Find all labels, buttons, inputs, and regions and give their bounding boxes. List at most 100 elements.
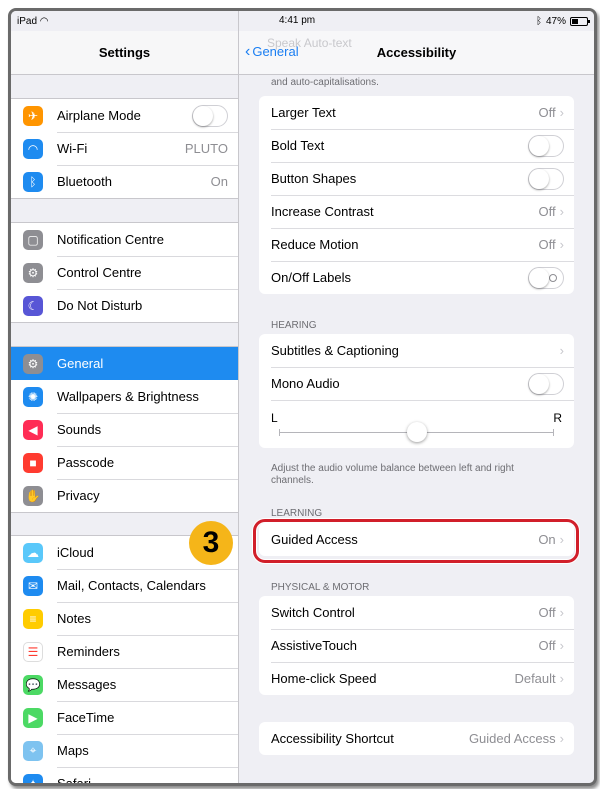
sidebar-group: ▢ Notification Centre ⚙ Control Centre ☾ Do N… <box>11 222 238 323</box>
sidebar-item-do-not-disturb[interactable]: ☾ Do Not Disturb <box>11 289 238 322</box>
sidebar-item-general[interactable]: ⚙ General <box>11 347 238 380</box>
sidebar-item-label: Bluetooth <box>57 174 112 189</box>
sidebar-item-safari[interactable]: ✦ Safari <box>11 767 238 783</box>
row-value: Guided Access <box>468 731 556 746</box>
sidebar-item-control-centre[interactable]: ⚙ Control Centre <box>11 256 238 289</box>
chevron-right-icon: › <box>559 671 564 686</box>
sidebar-item-value: On <box>210 174 228 189</box>
sidebar-item-mail-contacts-calendars[interactable]: ✉ Mail, Contacts, Calendars <box>11 569 238 602</box>
row-label: Mono Audio <box>271 376 340 391</box>
chevron-right-icon: › <box>559 237 564 252</box>
sidebar-title: Settings <box>11 31 238 75</box>
settings-sidebar: Settings ✈ Airplane Mode ◠ Wi-Fi PLUTO ᛒ Bluet… <box>11 11 239 783</box>
row-larger-text[interactable]: Larger Text Off › <box>259 96 574 129</box>
button-shapes-toggle[interactable] <box>528 167 564 190</box>
learning-header: LEARNING <box>271 508 323 519</box>
hand-icon: ✋ <box>23 485 43 506</box>
row-value: Off <box>538 204 556 219</box>
row-label: Accessibility Shortcut <box>271 731 394 746</box>
notes-icon: ≡ <box>23 608 43 629</box>
top-note: and auto-capitalisations. <box>271 77 379 88</box>
airplane-mode-toggle[interactable] <box>192 104 228 127</box>
sidebar-item-value: PLUTO <box>184 141 228 156</box>
sidebar-group: ✈ Airplane Mode ◠ Wi-Fi PLUTO ᛒ Bluetooth On <box>11 98 238 199</box>
slider-tick-left <box>279 429 280 436</box>
sidebar-item-airplane-mode[interactable]: ✈ Airplane Mode <box>11 99 238 132</box>
row-on-off-labels[interactable]: On/Off Labels <box>259 261 574 294</box>
row-button-shapes[interactable]: Button Shapes <box>259 162 574 195</box>
row-subtitles-and-captioning[interactable]: Subtitles & Captioning › <box>259 334 574 367</box>
nav-bar: Speak Auto-text ‹ General Accessibility <box>239 31 594 75</box>
reminders-icon: ☰ <box>23 641 43 662</box>
sidebar-item-messages[interactable]: 💬 Messages <box>11 668 238 701</box>
sidebar-item-label: Reminders <box>57 644 120 659</box>
row-home-click-speed[interactable]: Home-click Speed Default › <box>259 662 574 695</box>
row-assistivetouch[interactable]: AssistiveTouch Off › <box>259 629 574 662</box>
sidebar-item-bluetooth[interactable]: ᛒ Bluetooth On <box>11 165 238 198</box>
clock: 4:41 pm <box>279 15 316 26</box>
slider-knob[interactable] <box>406 422 427 442</box>
sidebar-item-label: Wi-Fi <box>57 141 88 156</box>
sidebar-item-passcode[interactable]: ■ Passcode <box>11 446 238 479</box>
sidebar-item-notification-centre[interactable]: ▢ Notification Centre <box>11 223 238 256</box>
row-mono-audio[interactable]: Mono Audio <box>259 367 574 400</box>
hearing-group: Subtitles & Captioning › Mono Audio L R <box>259 334 574 448</box>
sidebar-item-label: Messages <box>57 677 117 692</box>
sidebar-item-label: Airplane Mode <box>57 108 141 123</box>
bluetooth-icon: ᛒ <box>23 171 43 192</box>
row-label: Increase Contrast <box>271 204 374 219</box>
row-value: Off <box>538 105 556 120</box>
notification-centre-icon: ▢ <box>23 229 43 250</box>
row-value: Off <box>538 237 556 252</box>
row-reduce-motion[interactable]: Reduce Motion Off › <box>259 228 574 261</box>
wallpaper-icon: ✺ <box>23 386 43 407</box>
physical-motor-group: Switch Control Off › AssistiveTouch Off › Home… <box>259 596 574 695</box>
status-bar: iPad ◠ 4:41 pm ᛒ 47% <box>11 11 594 31</box>
row-label: AssistiveTouch <box>271 638 357 653</box>
sidebar-item-label: Sounds <box>57 422 102 437</box>
sidebar-item-notes[interactable]: ≡ Notes <box>11 602 238 635</box>
sidebar-item-label: Privacy <box>57 488 100 503</box>
sidebar-item-label: Notification Centre <box>57 232 164 247</box>
physical-header: PHYSICAL & MOTOR <box>271 582 370 593</box>
wifi-status-icon: ◠ <box>39 15 49 27</box>
sidebar-group: ☁ iCloud ✉ Mail, Contacts, Calendars ≡ Notes ☰… <box>11 535 238 783</box>
airplane-icon: ✈ <box>23 105 43 126</box>
gear-icon: ⚙ <box>23 353 43 374</box>
row-label: Bold Text <box>271 138 325 153</box>
sidebar-item-sounds[interactable]: ◀ Sounds <box>11 413 238 446</box>
wifi-icon: ◠ <box>23 138 43 159</box>
cloud-icon: ☁ <box>23 542 43 563</box>
mono-audio-toggle[interactable] <box>528 372 564 395</box>
on-off-labels-toggle[interactable] <box>528 266 564 289</box>
sidebar-item-label: General <box>57 356 104 371</box>
balance-note: Adjust the audio volume balance between … <box>271 463 514 486</box>
lock-icon: ■ <box>23 452 43 473</box>
row-label: Switch Control <box>271 605 355 620</box>
battery-percent: 47% <box>545 15 566 27</box>
row-label: Home-click Speed <box>271 671 377 686</box>
sidebar-group: ⚙ General ✺ Wallpapers & Brightness ◀ Sounds ■… <box>11 346 238 513</box>
chevron-right-icon: › <box>559 638 564 653</box>
facetime-icon: ▶ <box>23 707 43 728</box>
sidebar-item-privacy[interactable]: ✋ Privacy <box>11 479 238 512</box>
balance-slider[interactable]: L R <box>259 400 574 448</box>
sidebar-item-reminders[interactable]: ☰ Reminders <box>11 635 238 668</box>
sidebar-item-maps[interactable]: ⌖ Maps <box>11 734 238 767</box>
chevron-right-icon: › <box>559 204 564 219</box>
row-switch-control[interactable]: Switch Control Off › <box>259 596 574 629</box>
row-increase-contrast[interactable]: Increase Contrast Off › <box>259 195 574 228</box>
row-label: On/Off Labels <box>271 270 351 285</box>
device-label: iPad ◠ <box>17 15 49 27</box>
row-accessibility-shortcut[interactable]: Accessibility Shortcut Guided Access › <box>259 722 574 755</box>
chevron-right-icon: › <box>559 105 564 120</box>
row-label: Subtitles & Captioning <box>271 343 399 358</box>
row-value: Default <box>514 671 556 686</box>
sidebar-item-facetime[interactable]: ▶ FaceTime <box>11 701 238 734</box>
row-bold-text[interactable]: Bold Text <box>259 129 574 162</box>
compass-icon: ✦ <box>23 773 43 783</box>
sidebar-item-wallpapers-and-brightness[interactable]: ✺ Wallpapers & Brightness <box>11 380 238 413</box>
sidebar-item-wi-fi[interactable]: ◠ Wi-Fi PLUTO <box>11 132 238 165</box>
control-centre-icon: ⚙ <box>23 262 43 283</box>
bold-text-toggle[interactable] <box>528 134 564 157</box>
